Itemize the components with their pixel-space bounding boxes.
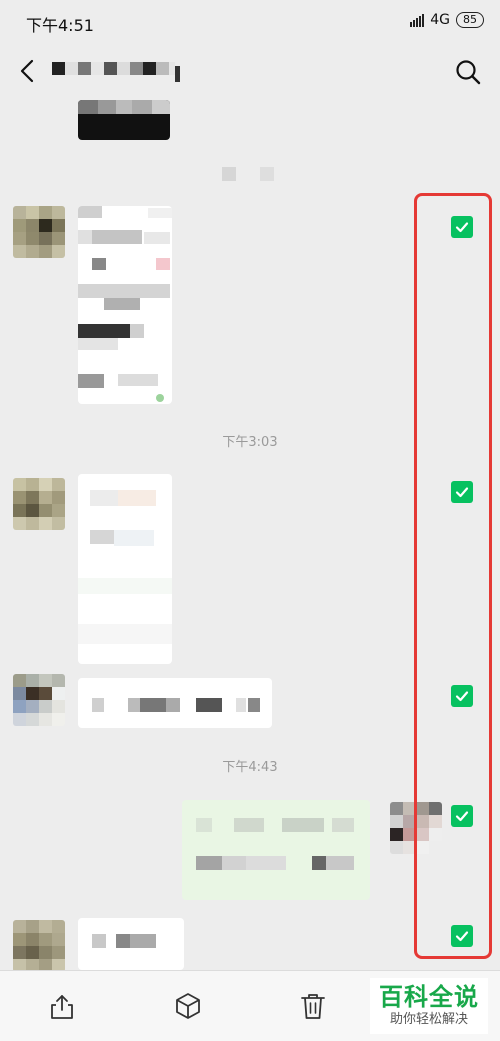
avatar[interactable] <box>13 674 65 726</box>
chat-title-blurred <box>52 62 180 82</box>
search-icon[interactable] <box>454 58 482 86</box>
avatar[interactable] <box>13 478 65 530</box>
message-image[interactable] <box>78 206 172 404</box>
box-icon[interactable] <box>174 991 202 1021</box>
status-icons: 4G 85 <box>410 12 484 28</box>
avatar[interactable] <box>13 920 65 970</box>
signal-icon <box>410 13 425 27</box>
message-image[interactable] <box>78 474 172 664</box>
nav-bar <box>0 44 500 100</box>
watermark: 百科全说 助你轻松解决 <box>370 978 488 1034</box>
chevron-left-icon[interactable] <box>14 56 42 86</box>
share-icon[interactable] <box>48 991 76 1021</box>
network-label: 4G <box>430 12 450 28</box>
trash-icon[interactable] <box>299 991 327 1021</box>
message-text-blurred[interactable] <box>182 800 370 900</box>
avatar[interactable] <box>13 206 65 258</box>
status-bar: 下午4:51 4G 85 <box>0 0 500 44</box>
message-image-partial[interactable] <box>78 100 170 140</box>
status-time: 下午4:51 <box>26 16 94 35</box>
battery-icon: 85 <box>456 12 484 28</box>
timestamp-blurred <box>222 167 236 181</box>
watermark-title: 百科全说 <box>379 983 479 1011</box>
message-text-blurred[interactable] <box>78 918 184 970</box>
selection-highlight-box <box>414 193 492 959</box>
timestamp-blurred <box>260 167 274 181</box>
message-text-blurred[interactable] <box>78 678 272 728</box>
watermark-subtitle: 助你轻松解决 <box>389 1012 468 1027</box>
